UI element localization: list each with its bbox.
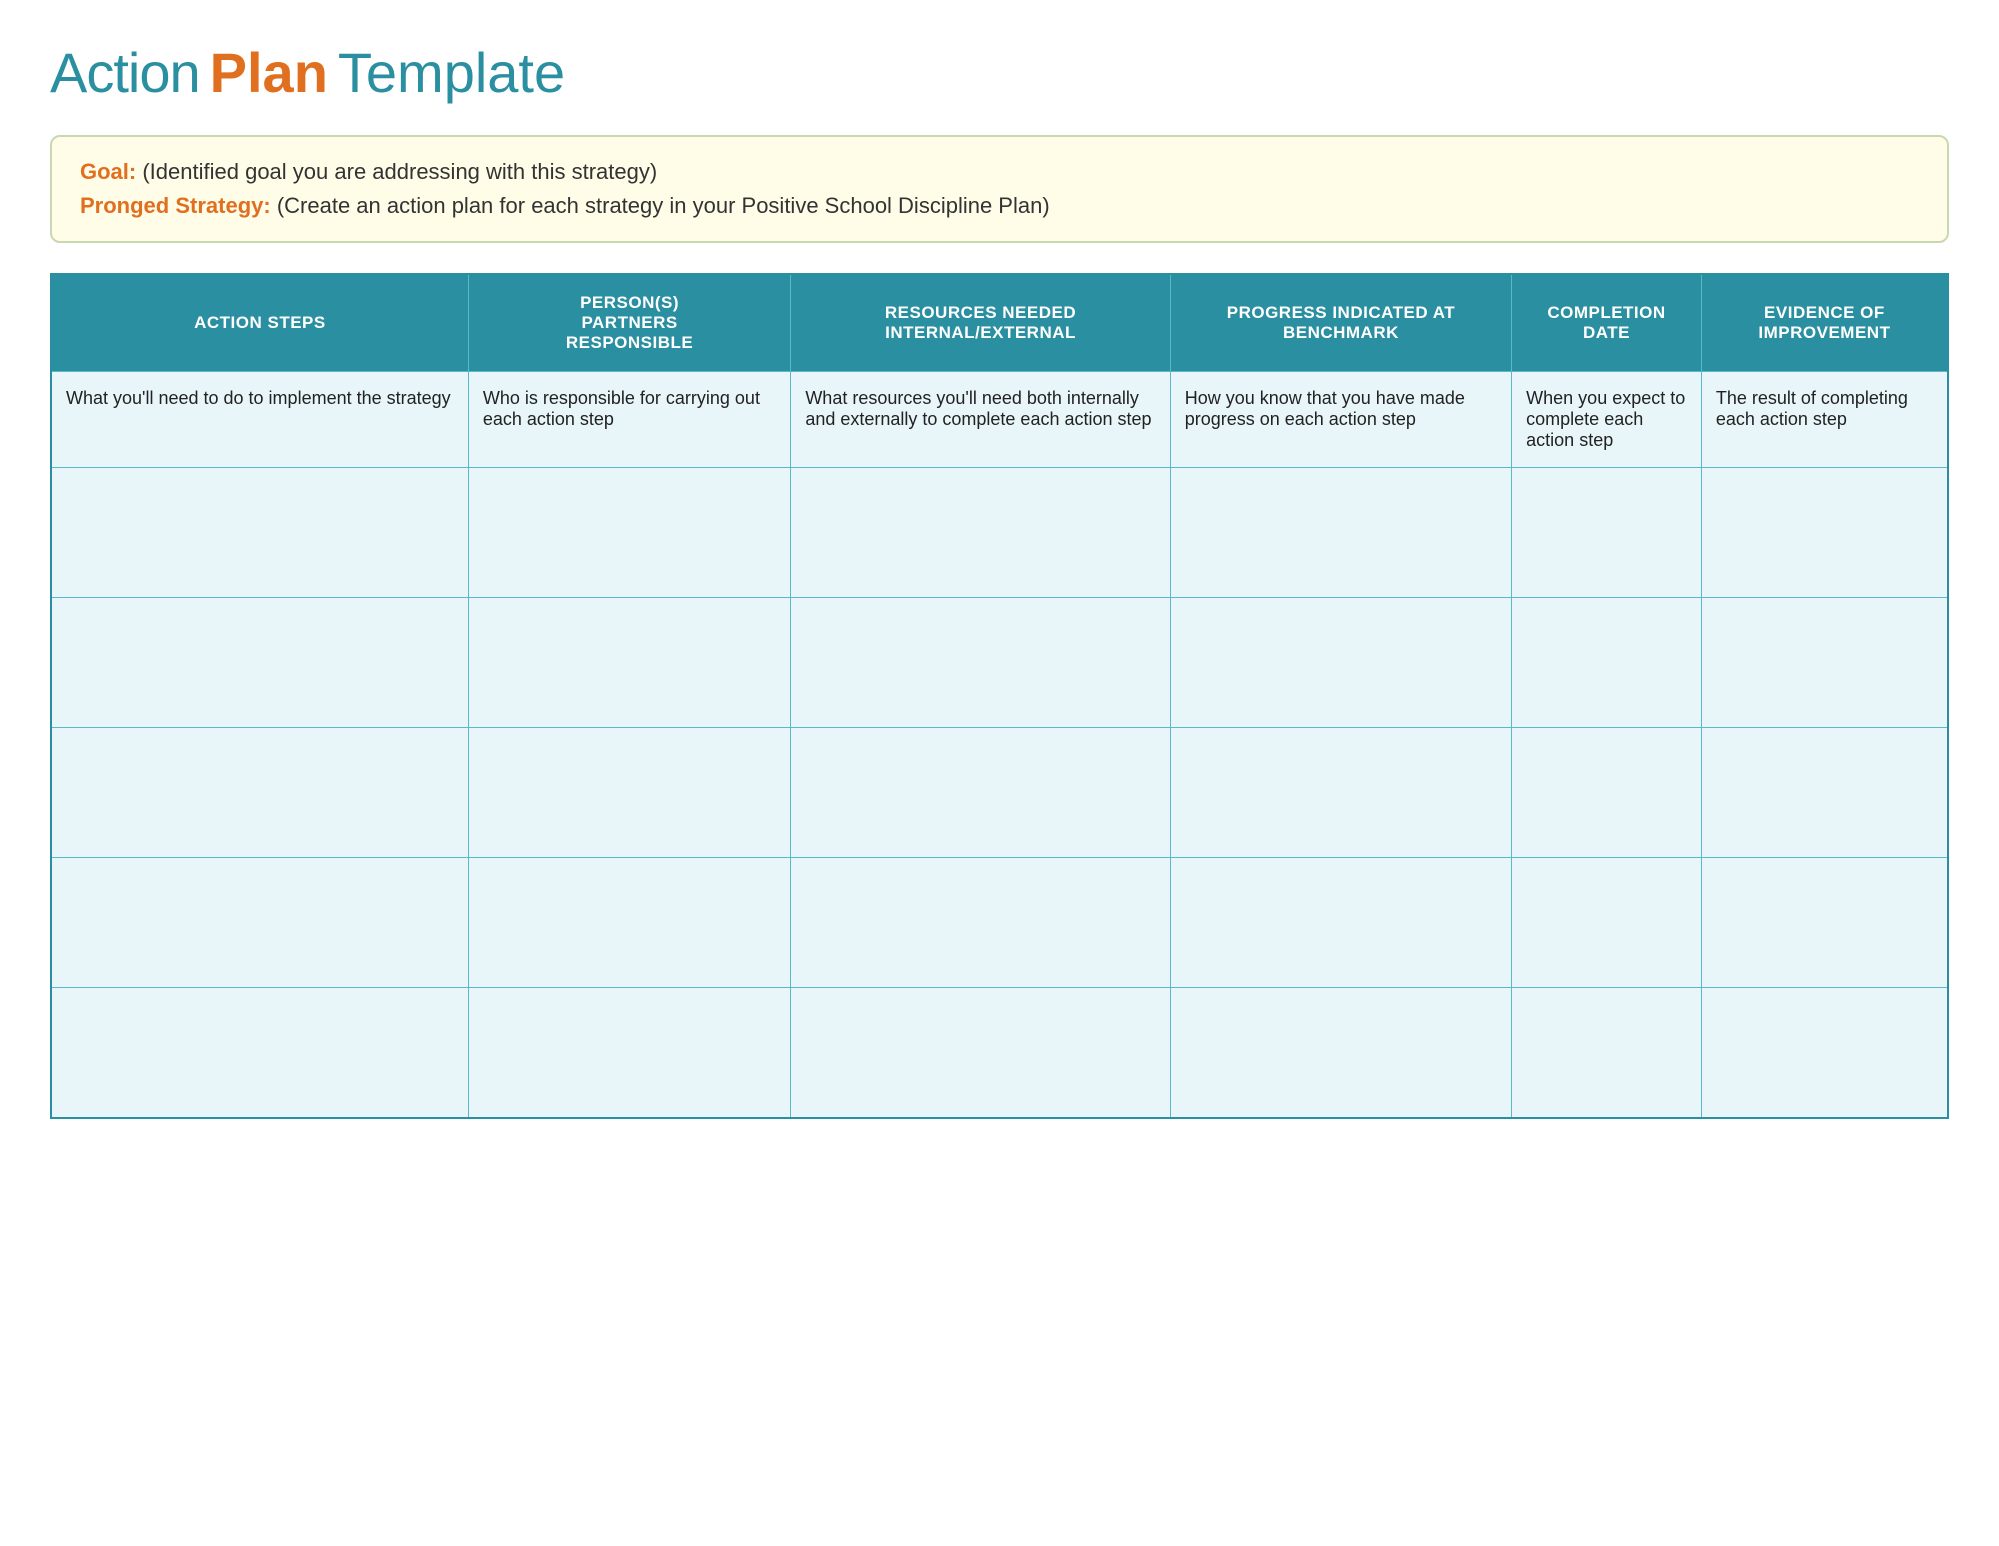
cell-completion-4[interactable] xyxy=(1512,858,1702,988)
cell-evidence-1[interactable] xyxy=(1701,468,1948,598)
desc-progress-benchmark: How you know that you have made progress… xyxy=(1170,372,1511,468)
title-word-plan: Plan xyxy=(210,40,328,105)
cell-resources-3[interactable] xyxy=(791,728,1170,858)
cell-progress-5[interactable] xyxy=(1170,988,1511,1118)
cell-action-4[interactable] xyxy=(51,858,468,988)
strategy-text: (Create an action plan for each strategy… xyxy=(277,193,1050,218)
cell-resources-2[interactable] xyxy=(791,598,1170,728)
desc-completion-date: When you expect to complete each action … xyxy=(1512,372,1702,468)
cell-action-2[interactable] xyxy=(51,598,468,728)
strategy-line: Pronged Strategy: (Create an action plan… xyxy=(80,193,1919,219)
cell-completion-1[interactable] xyxy=(1512,468,1702,598)
table-header: ACTION STEPS PERSON(S) PARTNERS RESPONSI… xyxy=(51,274,1948,372)
table-row xyxy=(51,598,1948,728)
desc-evidence-improvement: The result of completing each action ste… xyxy=(1701,372,1948,468)
cell-person-3[interactable] xyxy=(468,728,790,858)
strategy-label: Pronged Strategy: xyxy=(80,193,271,218)
header-resources-needed: RESOURCES NEEDED INTERNAL/EXTERNAL xyxy=(791,274,1170,372)
cell-evidence-3[interactable] xyxy=(1701,728,1948,858)
header-completion-date: COMPLETION DATE xyxy=(1512,274,1702,372)
cell-resources-5[interactable] xyxy=(791,988,1170,1118)
cell-resources-1[interactable] xyxy=(791,468,1170,598)
cell-action-3[interactable] xyxy=(51,728,468,858)
cell-resources-4[interactable] xyxy=(791,858,1170,988)
cell-progress-2[interactable] xyxy=(1170,598,1511,728)
goal-label: Goal: xyxy=(80,159,136,184)
cell-completion-3[interactable] xyxy=(1512,728,1702,858)
table-row-description: What you'll need to do to implement the … xyxy=(51,372,1948,468)
header-person-responsible: PERSON(S) PARTNERS RESPONSIBLE xyxy=(468,274,790,372)
cell-person-2[interactable] xyxy=(468,598,790,728)
header-action-steps: ACTION STEPS xyxy=(51,274,468,372)
desc-person-responsible: Who is responsible for carrying out each… xyxy=(468,372,790,468)
table-row xyxy=(51,858,1948,988)
cell-progress-4[interactable] xyxy=(1170,858,1511,988)
table-body: What you'll need to do to implement the … xyxy=(51,372,1948,1118)
header-progress-benchmark: PROGRESS INDICATED AT BENCHMARK xyxy=(1170,274,1511,372)
cell-action-5[interactable] xyxy=(51,988,468,1118)
cell-evidence-2[interactable] xyxy=(1701,598,1948,728)
goal-line: Goal: (Identified goal you are addressin… xyxy=(80,159,1919,185)
cell-progress-3[interactable] xyxy=(1170,728,1511,858)
cell-progress-1[interactable] xyxy=(1170,468,1511,598)
goal-text: (Identified goal you are addressing with… xyxy=(142,159,657,184)
cell-action-1[interactable] xyxy=(51,468,468,598)
cell-person-1[interactable] xyxy=(468,468,790,598)
cell-completion-2[interactable] xyxy=(1512,598,1702,728)
title-word-template: Template xyxy=(338,40,565,105)
table-row xyxy=(51,988,1948,1118)
table-row xyxy=(51,468,1948,598)
header-evidence-improvement: EVIDENCE OF IMPROVEMENT xyxy=(1701,274,1948,372)
desc-resources-needed: What resources you'll need both internal… xyxy=(791,372,1170,468)
cell-person-4[interactable] xyxy=(468,858,790,988)
table-row xyxy=(51,728,1948,858)
cell-completion-5[interactable] xyxy=(1512,988,1702,1118)
goal-box: Goal: (Identified goal you are addressin… xyxy=(50,135,1949,243)
cell-evidence-5[interactable] xyxy=(1701,988,1948,1118)
page-title: Action Plan Template xyxy=(50,40,1949,105)
desc-action-steps: What you'll need to do to implement the … xyxy=(51,372,468,468)
cell-evidence-4[interactable] xyxy=(1701,858,1948,988)
cell-person-5[interactable] xyxy=(468,988,790,1118)
title-word-action: Action xyxy=(50,40,200,105)
action-plan-table: ACTION STEPS PERSON(S) PARTNERS RESPONSI… xyxy=(50,273,1949,1119)
